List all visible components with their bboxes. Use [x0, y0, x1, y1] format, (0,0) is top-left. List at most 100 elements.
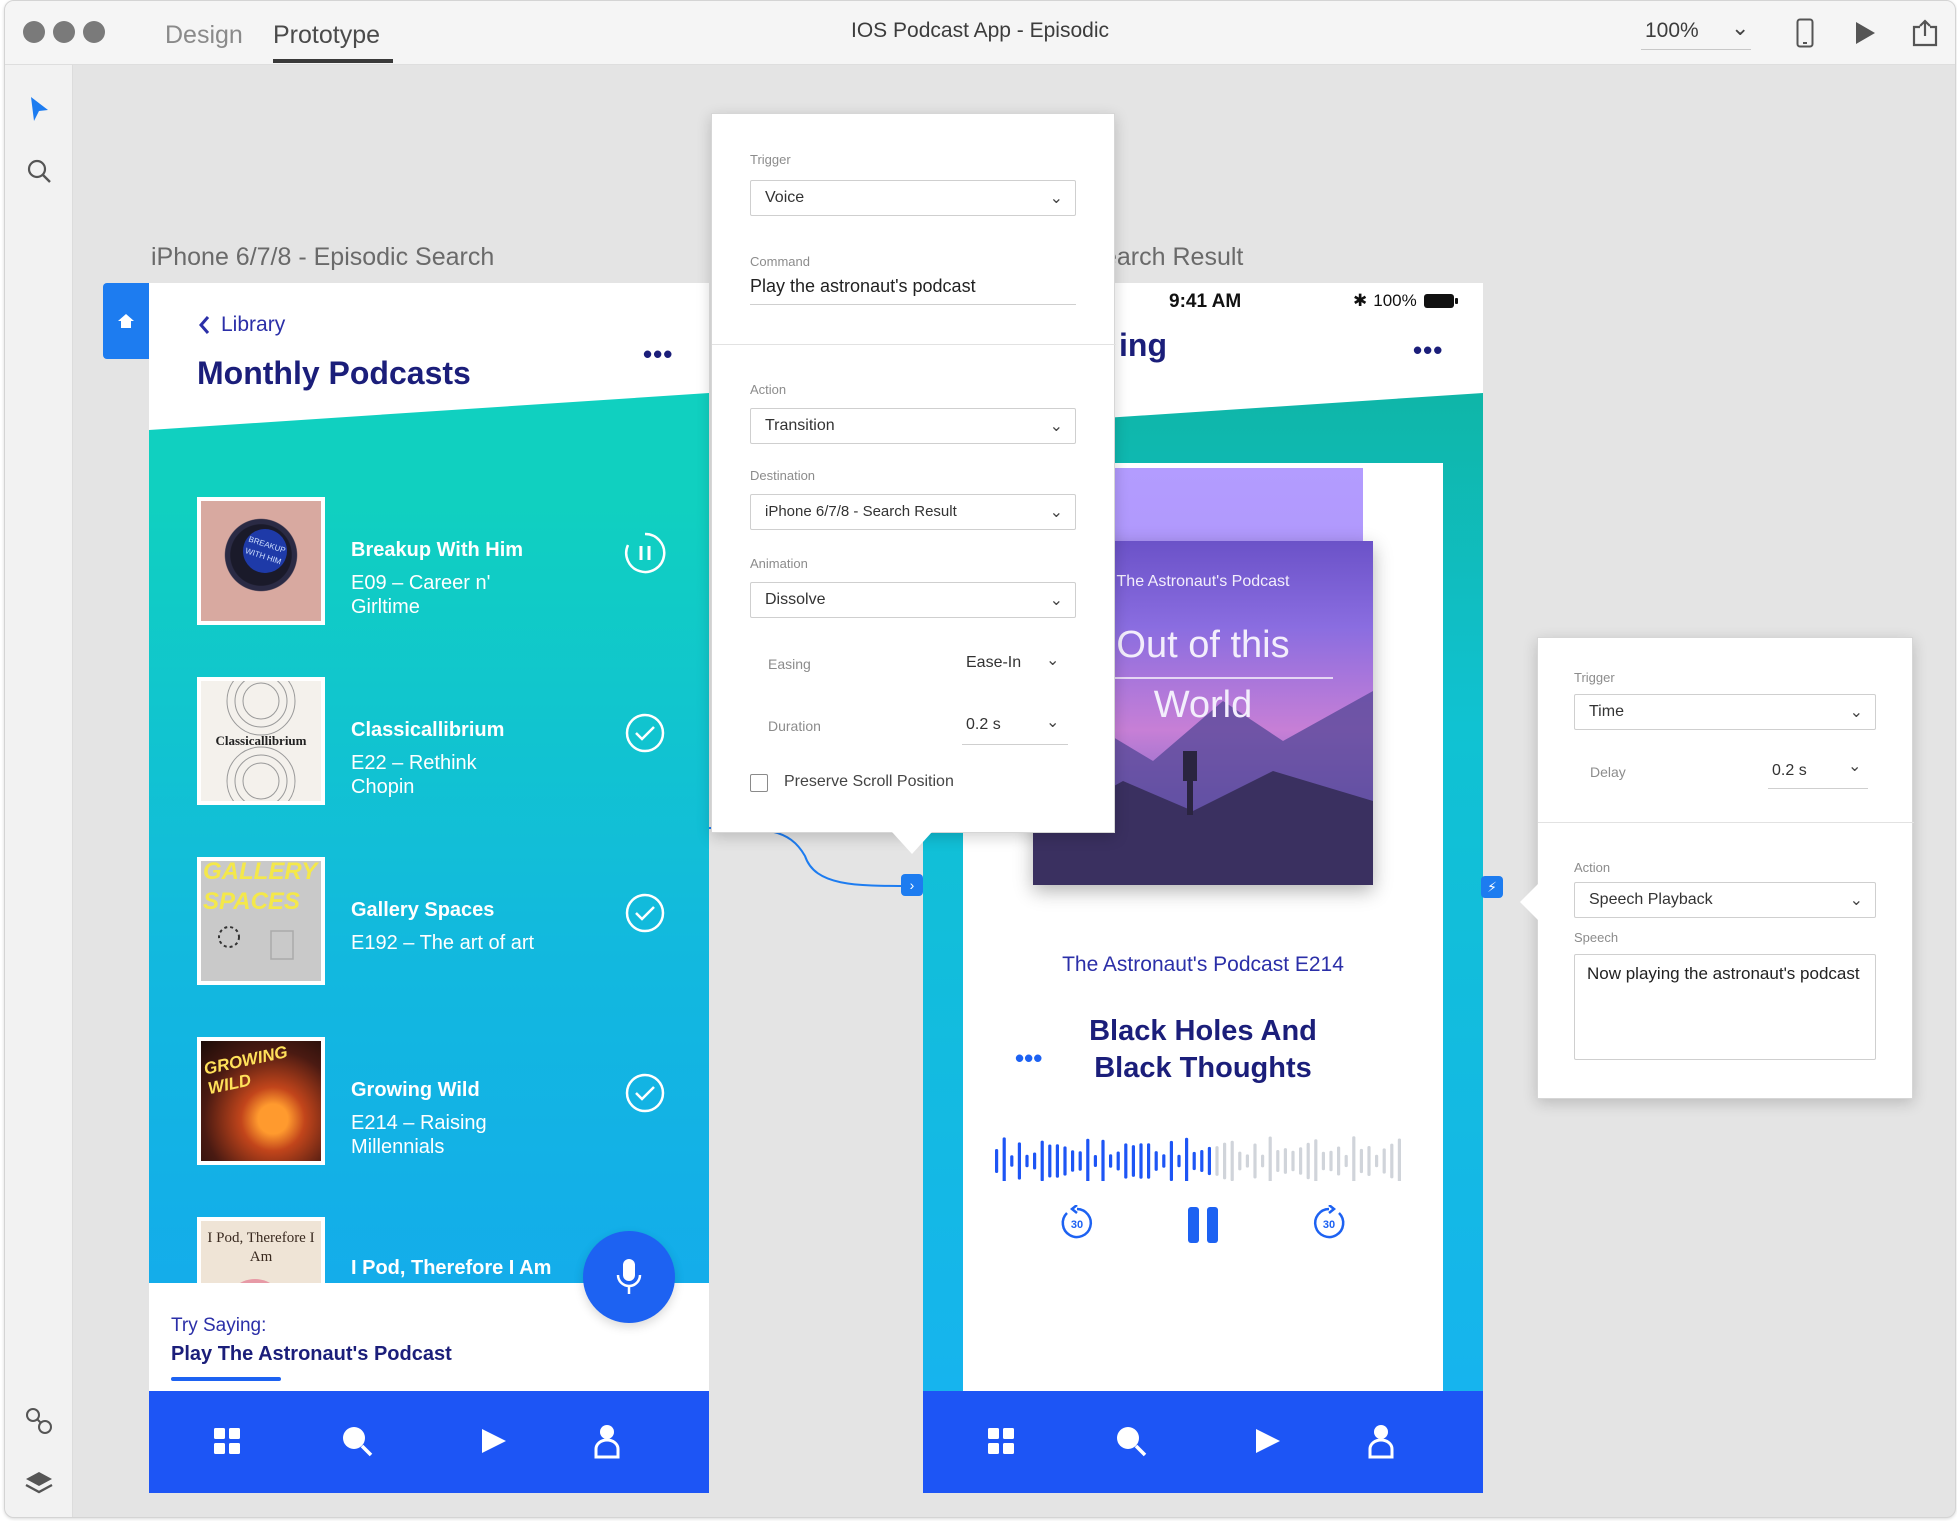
podcast-episode: E214 – Raising Millennials — [351, 1112, 487, 1158]
play-tab-icon[interactable] — [1247, 1421, 1287, 1461]
chevron-down-icon[interactable]: ⌄ — [1046, 712, 1059, 732]
waveform-bar — [1139, 1143, 1143, 1179]
share-icon[interactable] — [1907, 15, 1943, 51]
waveform-bar — [1268, 1136, 1272, 1181]
waveform-bar — [1291, 1150, 1295, 1172]
preserve-scroll-label: Preserve Scroll Position — [784, 773, 954, 790]
battery-icon — [1423, 294, 1458, 308]
speech-label: Speech — [1574, 930, 1619, 945]
back-link[interactable]: Library — [197, 313, 285, 337]
wire-target-icon[interactable]: › — [901, 874, 923, 896]
grid-icon[interactable] — [981, 1421, 1021, 1461]
waveform-bar — [1253, 1143, 1257, 1179]
tab-design[interactable]: Design — [165, 21, 243, 50]
close-window-button[interactable] — [23, 21, 45, 43]
try-saying-label: Try Saying: — [171, 1315, 267, 1336]
podcast-row[interactable]: BREAKUP WITH HIM Breakup With Him E09 – … — [197, 497, 677, 625]
artboard-episodic-search[interactable]: Library Monthly Podcasts ••• BREAKUP WIT… — [149, 283, 709, 1493]
waveform-bar — [1397, 1138, 1401, 1181]
layers-icon[interactable] — [21, 1465, 57, 1501]
trigger-label: Trigger — [1574, 670, 1615, 685]
skip-forward-30-icon: 30 — [1313, 1205, 1345, 1239]
time-trigger-bolt-icon[interactable]: ⚡ — [1481, 876, 1503, 898]
chevron-down-icon[interactable]: ⌄ — [1848, 756, 1861, 776]
chevron-down-icon: ⌄ — [1849, 704, 1863, 721]
waveform-bar — [1025, 1154, 1029, 1168]
delay-input[interactable]: 0.2 s — [1772, 762, 1807, 780]
search-icon[interactable] — [337, 1421, 377, 1461]
animation-label: Animation — [750, 556, 808, 571]
tab-prototype[interactable]: Prototype — [273, 21, 380, 50]
podcast-row[interactable]: GROWING WILD Growing Wild E214 – Raising… — [197, 1037, 677, 1165]
listening-progress — [171, 1377, 281, 1381]
podcast-title: Breakup With Him — [351, 539, 524, 561]
play-icon[interactable] — [1847, 15, 1883, 51]
profile-icon[interactable] — [1361, 1421, 1401, 1461]
waveform-bar — [1093, 1154, 1097, 1168]
podcast-title: Growing Wild — [351, 1079, 480, 1101]
select-tool-icon[interactable] — [21, 91, 57, 127]
check-circle-icon[interactable] — [623, 891, 667, 935]
waveform-bar — [1109, 1154, 1113, 1168]
easing-select[interactable]: Ease-In — [966, 654, 1021, 672]
audio-waveform[interactable] — [995, 1121, 1405, 1181]
cover-art-text: GROWING WILD — [202, 1042, 290, 1099]
podcast-row[interactable]: GALLERY SPACES Gallery Spaces E192 – The… — [197, 857, 677, 985]
waveform-bar — [1314, 1139, 1318, 1181]
panel-divider — [1538, 822, 1914, 823]
speech-textarea[interactable]: Now playing the astronaut's podcast — [1574, 954, 1876, 1060]
waveform-bar — [1245, 1154, 1249, 1168]
trigger-select[interactable]: Time ⌄ — [1574, 694, 1876, 730]
chevron-down-icon[interactable]: ⌄ — [1731, 15, 1749, 41]
duration-underline — [962, 744, 1068, 745]
zoom-window-button[interactable] — [83, 21, 105, 43]
panel-divider — [712, 344, 1116, 345]
trigger-select[interactable]: Voice ⌄ — [750, 180, 1076, 216]
zoom-underline — [1641, 49, 1751, 50]
status-battery: ✱ 100% — [1353, 291, 1459, 311]
check-circle-icon[interactable] — [623, 711, 667, 755]
home-artboard-marker[interactable] — [103, 283, 149, 359]
more-options-icon[interactable]: ••• — [1413, 335, 1443, 366]
minimize-window-button[interactable] — [53, 21, 75, 43]
waveform-bar — [1124, 1143, 1128, 1179]
destination-label: Destination — [750, 468, 816, 483]
check-circle-icon[interactable] — [623, 1071, 667, 1115]
skip-forward-button[interactable]: 30 — [1309, 1203, 1349, 1243]
preserve-scroll-checkbox[interactable] — [750, 774, 768, 792]
device-preview-icon[interactable] — [1787, 15, 1823, 51]
artboard-label-search[interactable]: iPhone 6/7/8 - Episodic Search — [151, 243, 494, 272]
zoom-level[interactable]: 100% — [1645, 19, 1699, 43]
podcast-row[interactable]: Classicallibrium Classicallibrium E22 – … — [197, 677, 677, 805]
microphone-button[interactable] — [583, 1231, 675, 1323]
more-options-icon[interactable]: ••• — [643, 339, 673, 370]
action-select[interactable]: Speech Playback ⌄ — [1574, 882, 1876, 918]
skip-back-button[interactable]: 30 — [1057, 1203, 1097, 1243]
command-input[interactable]: Play the astronaut's podcast — [750, 276, 976, 297]
destination-select[interactable]: iPhone 6/7/8 - Search Result ⌄ — [750, 494, 1076, 530]
waveform-bar — [1223, 1142, 1227, 1180]
podcast-title: Classicallibrium — [351, 719, 505, 741]
pause-progress-icon[interactable] — [623, 531, 667, 575]
profile-icon[interactable] — [587, 1421, 627, 1461]
podcast-cover-art: GALLERY SPACES — [197, 857, 325, 985]
artboard-label-result[interactable]: earch Result — [1103, 243, 1243, 272]
animation-select[interactable]: Dissolve ⌄ — [750, 582, 1076, 618]
grid-icon[interactable] — [207, 1421, 247, 1461]
play-tab-icon[interactable] — [473, 1421, 513, 1461]
pause-button[interactable] — [1181, 1203, 1225, 1247]
search-icon[interactable] — [21, 153, 57, 189]
skip-back-seconds: 30 — [1071, 1219, 1083, 1231]
action-select[interactable]: Transition ⌄ — [750, 408, 1076, 444]
easing-label: Easing — [768, 656, 811, 672]
chevron-down-icon: ⌄ — [1049, 504, 1063, 521]
chevron-down-icon[interactable]: ⌄ — [1046, 650, 1059, 670]
active-tab-indicator — [273, 59, 393, 63]
panel-pointer — [892, 832, 932, 854]
search-icon[interactable] — [1111, 1421, 1151, 1461]
duration-input[interactable]: 0.2 s — [966, 716, 1001, 734]
bottom-tab-bar — [923, 1391, 1483, 1493]
waveform-bar — [1048, 1144, 1052, 1178]
plugins-icon[interactable] — [21, 1403, 57, 1439]
podcast-episode: E09 – Career n' Girltime — [351, 572, 491, 618]
